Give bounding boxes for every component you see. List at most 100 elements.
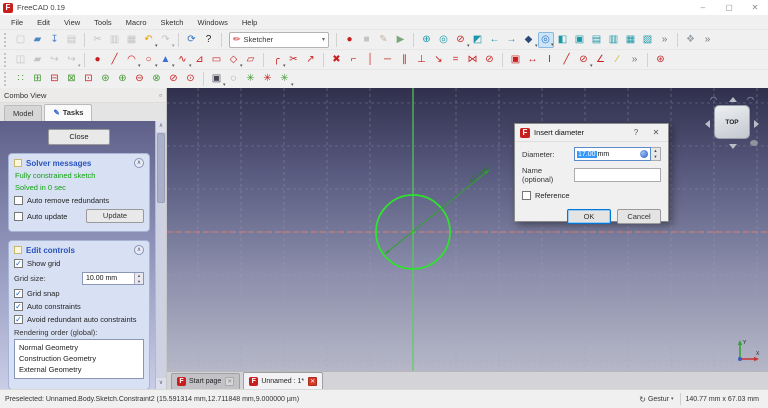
constrain-coincident-button[interactable]: ✖ xyxy=(329,52,345,68)
redo-button[interactable]: ↷▾ xyxy=(158,32,174,48)
cube-left-arrow-icon[interactable] xyxy=(705,120,710,128)
rendering-order-item[interactable]: Construction Geometry xyxy=(15,353,143,364)
toolbar-grip[interactable] xyxy=(4,53,9,67)
paste-button[interactable]: ▦ xyxy=(124,32,140,48)
rendering-order-item[interactable]: Normal Geometry xyxy=(15,342,143,353)
clone-button[interactable]: ✳ xyxy=(243,71,259,87)
menu-sketch[interactable]: Sketch xyxy=(154,16,191,29)
make-sub-link-button[interactable]: ↪▾ xyxy=(64,52,80,68)
view-front-button[interactable]: ▣ xyxy=(572,32,588,48)
scrollbar-thumb[interactable] xyxy=(157,133,165,203)
dialog-titlebar[interactable]: F Insert diameter ? ✕ xyxy=(515,124,668,142)
whats-this-button[interactable]: ? xyxy=(201,32,217,48)
constrain-point-on-object-button[interactable]: ⌐ xyxy=(346,52,362,68)
view-top-button[interactable]: ▤ xyxy=(589,32,605,48)
close-tab-icon[interactable]: ✕ xyxy=(308,377,317,386)
constrain-diameter-button[interactable]: ⊘▾ xyxy=(576,52,592,68)
create-part-button[interactable]: ◫ xyxy=(13,52,29,68)
trim-edge-button[interactable]: ✂ xyxy=(286,52,302,68)
create-fillet-button[interactable]: ╭▾ xyxy=(269,52,285,68)
close-task-button[interactable]: Close xyxy=(48,129,110,145)
toolbar-grip[interactable] xyxy=(4,72,9,86)
toolbar-overflow-3-button[interactable]: » xyxy=(627,52,643,68)
create-polygon-button[interactable]: ◇▾ xyxy=(226,52,242,68)
increase-knot-multiplicity-button[interactable]: ⊗ xyxy=(149,71,165,87)
zoom-tool-button[interactable]: ◎▾ xyxy=(538,32,554,48)
view-rear-button[interactable]: ▦ xyxy=(623,32,639,48)
constrain-vertical-button[interactable]: │ xyxy=(363,52,379,68)
fit-all-button[interactable]: ⊕ xyxy=(419,32,435,48)
bspline-control-polygon-button[interactable]: ⊞ xyxy=(30,71,46,87)
move-button[interactable]: ✳▾ xyxy=(277,71,293,87)
panel-scrollbar[interactable]: ∧ ∨ xyxy=(155,121,166,389)
insert-knot-button[interactable]: ⊙ xyxy=(183,71,199,87)
menu-help[interactable]: Help xyxy=(235,16,264,29)
constrain-distance-button[interactable]: ╱ xyxy=(559,52,575,68)
switch-virtual-space-button[interactable]: ▣▾ xyxy=(209,71,225,87)
update-button[interactable]: Update xyxy=(86,209,144,223)
fit-selection-button[interactable]: ◎ xyxy=(436,32,452,48)
menu-view[interactable]: View xyxy=(57,16,87,29)
ok-button[interactable]: OK xyxy=(567,209,611,224)
menu-edit[interactable]: Edit xyxy=(30,16,57,29)
select-origin-button[interactable]: ◌ xyxy=(226,71,242,87)
constrain-tangent-button[interactable]: ↘ xyxy=(431,52,447,68)
create-polyline-button[interactable]: ⊿ xyxy=(192,52,208,68)
tab-tasks[interactable]: ✎Tasks xyxy=(44,104,92,121)
close-tab-icon[interactable]: ✕ xyxy=(225,377,234,386)
macro-record-button[interactable]: ● xyxy=(342,32,358,48)
rendering-order-item[interactable]: External Geometry xyxy=(15,364,143,375)
grid-size-stepper[interactable]: ▲▼ xyxy=(134,273,143,284)
expression-editor-icon[interactable] xyxy=(640,150,648,158)
refresh-button[interactable]: ⟳ xyxy=(184,32,200,48)
dialog-close-icon[interactable]: ✕ xyxy=(646,128,666,137)
float-panel-icon[interactable]: ▫ xyxy=(159,91,162,100)
convert-to-nurbs-button[interactable]: ⊛ xyxy=(98,71,114,87)
fly-mode-button[interactable]: ◆▾ xyxy=(521,32,537,48)
navigation-cube[interactable]: ◠ ◠ TOP xyxy=(704,96,760,152)
toolbar-grip[interactable] xyxy=(4,33,9,47)
menu-windows[interactable]: Windows xyxy=(190,16,234,29)
nav-back-button[interactable]: ← xyxy=(487,32,503,48)
minimize-icon[interactable]: – xyxy=(690,0,716,15)
macro-stop-button[interactable]: ■ xyxy=(359,32,375,48)
tab-unnamed-document[interactable]: F Unnamed : 1* ✕ xyxy=(243,372,323,389)
toggle-driving-constraint-button[interactable]: ⊛ xyxy=(653,52,669,68)
create-circle-button[interactable]: ○▾ xyxy=(141,52,157,68)
macro-edit-button[interactable]: ✎ xyxy=(376,32,392,48)
menu-macro[interactable]: Macro xyxy=(119,16,154,29)
cube-right-arrow-icon[interactable] xyxy=(754,120,759,128)
dropdown-arrow-icon[interactable]: ▾ xyxy=(78,64,81,69)
navigation-style-selector[interactable]: ↻ Gestur ▾ xyxy=(636,395,676,404)
constrain-perpendicular-button[interactable]: ⊥ xyxy=(414,52,430,68)
dialog-help-icon[interactable]: ? xyxy=(626,128,646,137)
cut-button[interactable]: ✂ xyxy=(90,32,106,48)
make-link-button[interactable]: ↪ xyxy=(47,52,63,68)
view-bottom-button[interactable]: ▧ xyxy=(640,32,656,48)
sketch-canvas[interactable]: ø17 mm xyxy=(167,88,768,371)
show-grid-checkbox[interactable]: ✓ xyxy=(14,259,23,268)
extend-edge-button[interactable]: ↗ xyxy=(303,52,319,68)
rotate-ccw-icon[interactable]: ◠ xyxy=(710,95,717,104)
view-isometric-button[interactable]: ◩ xyxy=(470,32,486,48)
rotate-cw-icon[interactable]: ◠ xyxy=(747,95,754,104)
menu-tools[interactable]: Tools xyxy=(87,16,119,29)
print-button[interactable]: ▤ xyxy=(64,32,80,48)
new-file-button[interactable]: ▢ xyxy=(13,32,29,48)
constrain-horizontal-button[interactable]: ─ xyxy=(380,52,396,68)
view-axonometric-button[interactable]: ◧ xyxy=(555,32,571,48)
scroll-up-icon[interactable]: ∧ xyxy=(156,121,166,132)
cube-menu-icon[interactable] xyxy=(750,140,758,146)
toolbar-overflow-2-button[interactable]: » xyxy=(700,32,716,48)
grid-snap-checkbox[interactable]: ✓ xyxy=(14,289,23,298)
bspline-pole-weight-button[interactable]: ⊡ xyxy=(81,71,97,87)
view-right-button[interactable]: ▥ xyxy=(606,32,622,48)
nav-forward-button[interactable]: → xyxy=(504,32,520,48)
constrain-symmetric-button[interactable]: ⋈ xyxy=(465,52,481,68)
macro-play-button[interactable]: ▶ xyxy=(393,32,409,48)
reference-checkbox[interactable] xyxy=(522,191,531,200)
decrease-bspline-degree-button[interactable]: ⊖ xyxy=(132,71,148,87)
cube-up-arrow-icon[interactable] xyxy=(729,97,737,102)
copy-button[interactable]: ▥ xyxy=(107,32,123,48)
create-rectangle-button[interactable]: ▭ xyxy=(209,52,225,68)
